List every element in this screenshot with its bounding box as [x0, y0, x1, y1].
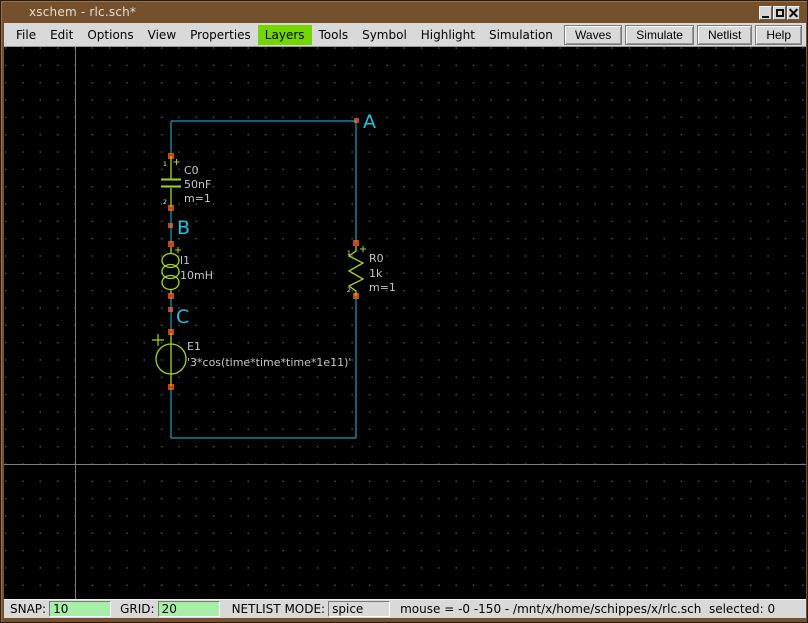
- help-button[interactable]: Help: [755, 24, 802, 45]
- component-resistor[interactable]: 1 2 R0 1k m=1: [347, 246, 396, 296]
- netlist-button[interactable]: Netlist: [696, 24, 753, 45]
- inductor-plus-mark: [175, 247, 181, 253]
- close-button[interactable]: [787, 6, 800, 20]
- statusbar: SNAP: GRID: NETLIST MODE: mouse = -0 -15…: [4, 599, 806, 618]
- capacitor-ref: C0: [184, 164, 199, 177]
- inductor-ref: l1: [180, 254, 190, 267]
- menu-item-file[interactable]: File: [9, 25, 43, 45]
- resistor-pin1-number: 1: [347, 249, 351, 257]
- window-title: xschem - rlc.sch*: [29, 5, 137, 19]
- capacitor-param: m=1: [184, 192, 211, 205]
- titlebar[interactable]: xschem - rlc.sch*: [1, 1, 807, 23]
- capacitor-value: 50nF: [184, 178, 211, 191]
- net-label-b[interactable]: B: [177, 217, 190, 239]
- source-value: '3*cos(time*time*time*1e11)': [187, 356, 351, 369]
- netlist-mode-input[interactable]: [328, 601, 391, 617]
- close-icon: [788, 8, 799, 18]
- net-label-c[interactable]: C: [176, 306, 189, 328]
- resistor-plus-mark: [360, 246, 366, 252]
- grid-label: GRID:: [120, 602, 155, 616]
- menubar: File Edit Options View Properties Layers…: [4, 23, 806, 47]
- window-controls: [759, 6, 800, 20]
- circuit-drawing: 1 2 C0 50nF m=1 l1 10mH E1 '3*cos(time*t…: [152, 111, 396, 439]
- menu-item-tools[interactable]: Tools: [312, 25, 356, 45]
- menu-item-options[interactable]: Options: [80, 25, 140, 45]
- maximize-icon: [775, 9, 784, 17]
- menu-item-highlight[interactable]: Highlight: [414, 25, 482, 45]
- menu-item-edit[interactable]: Edit: [43, 25, 80, 45]
- component-inductor[interactable]: l1 10mH: [161, 247, 213, 294]
- capacitor-pin2-number: 2: [163, 198, 167, 206]
- capacitor-pin1-number: 1: [163, 160, 167, 168]
- maximize-button[interactable]: [773, 6, 786, 20]
- xschem-window: xschem - rlc.sch* File Edit Options View…: [0, 0, 808, 623]
- source-plus-mark: [152, 334, 164, 346]
- simulate-button[interactable]: Simulate: [625, 24, 694, 45]
- net-labels: A B C: [176, 111, 376, 328]
- component-voltage-source[interactable]: E1 '3*cos(time*time*time*1e11)': [152, 333, 351, 386]
- resistor-pin2-number: 2: [347, 286, 351, 294]
- waves-button[interactable]: Waves: [564, 24, 623, 45]
- schematic-canvas[interactable]: 1 2 C0 50nF m=1 l1 10mH E1 '3*cos(time*t…: [4, 47, 806, 599]
- menu-item-view[interactable]: View: [141, 25, 183, 45]
- menu-item-simulation[interactable]: Simulation: [482, 25, 560, 45]
- menu-item-properties[interactable]: Properties: [183, 25, 258, 45]
- resistor-ref: R0: [369, 252, 384, 265]
- snap-input[interactable]: [49, 601, 112, 617]
- capacitor-plus-mark: [173, 159, 180, 165]
- source-ref: E1: [187, 340, 201, 353]
- net-label-a[interactable]: A: [363, 111, 376, 133]
- menu-item-layers[interactable]: Layers: [257, 24, 312, 45]
- netlist-mode-label: NETLIST MODE:: [231, 602, 326, 616]
- resistor-param: m=1: [369, 281, 396, 294]
- resistor-value: 1k: [369, 267, 383, 280]
- menu-item-symbol[interactable]: Symbol: [355, 25, 414, 45]
- snap-label: SNAP:: [10, 602, 47, 616]
- minimize-icon: [762, 15, 769, 18]
- component-capacitor[interactable]: 1 2 C0 50nF m=1: [161, 156, 211, 207]
- mouse-status-text: mouse = -0 -150 - /mnt/x/home/schippes/x…: [400, 602, 776, 616]
- grid-input[interactable]: [157, 601, 220, 617]
- inductor-value: 10mH: [180, 269, 213, 282]
- minimize-button[interactable]: [759, 6, 772, 20]
